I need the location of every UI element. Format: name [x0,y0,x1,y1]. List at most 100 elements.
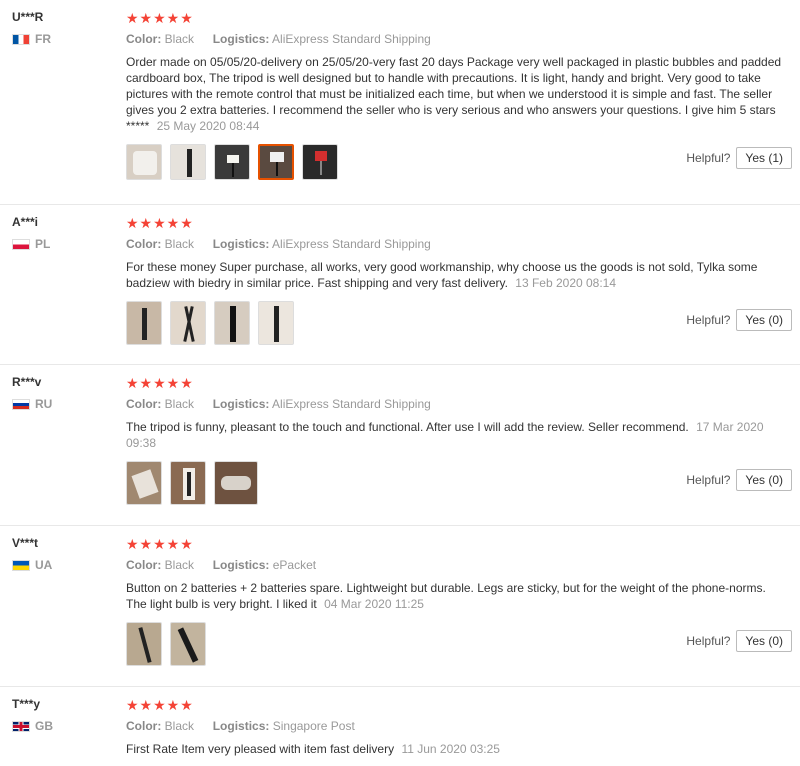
flag-ua-icon [12,559,30,571]
flag-gb-icon [12,720,30,732]
reviewer-info: U***R FR [12,10,112,46]
review-item: V***t UA ★★★★★ Color: Black Logistics: e… [0,526,800,687]
review-photo-thumbnail[interactable] [302,144,338,180]
review-photo-thumbnail[interactable] [170,301,206,345]
helpful-label: Helpful? [686,473,731,487]
helpful-yes-button[interactable]: Yes (1) [736,147,792,169]
reviewer-info: A***i PL [12,215,112,251]
review-item: U***R FR ★★★★★ Color: Black Logistics: A… [0,0,800,205]
helpful-section: Helpful? Yes (0) [686,469,792,491]
helpful-label: Helpful? [686,634,731,648]
review-content: Button on 2 batteries + 2 batteries spar… [126,581,766,611]
review-meta: Color: Black Logistics: Singapore Post [126,719,786,733]
helpful-yes-button[interactable]: Yes (0) [736,309,792,331]
review-date: 13 Feb 2020 08:14 [515,276,617,290]
color-value: Black [164,397,195,411]
review-body: ★★★★★ Color: Black Logistics: Singapore … [126,697,786,757]
review-item: R***v RU ★★★★★ Color: Black Logistics: A… [0,365,800,526]
country-code: RU [35,397,53,411]
review-text: First Rate Item very pleased with item f… [126,741,786,757]
review-meta: Color: Black Logistics: AliExpress Stand… [126,237,786,251]
reviewer-name: A***i [12,215,39,229]
review-date: 11 Jun 2020 03:25 [401,742,500,756]
logistics-label: Logistics: [212,397,270,411]
star-rating: ★★★★★ [126,10,194,26]
logistics-label: Logistics: [212,719,270,733]
reviewer-name: T***y [12,697,41,711]
reviewer-name: U***R [12,10,44,24]
flag-fr-icon [12,33,30,45]
reviewer-info: V***t UA [12,536,112,572]
logistics-label: Logistics: [212,558,270,572]
review-photo-thumbnail[interactable] [126,144,162,180]
review-meta: Color: Black Logistics: ePacket [126,558,786,572]
reviewer-info: T***y GB [12,697,112,733]
review-text: For these money Super purchase, all work… [126,259,786,291]
color-label: Color: [126,719,162,733]
review-date: 04 Mar 2020 11:25 [324,597,424,611]
review-meta: Color: Black Logistics: AliExpress Stand… [126,32,786,46]
review-text: Button on 2 batteries + 2 batteries spar… [126,580,786,612]
helpful-label: Helpful? [686,313,731,327]
helpful-yes-button[interactable]: Yes (0) [736,469,792,491]
color-label: Color: [126,558,162,572]
review-photo-thumbnail[interactable] [258,144,294,180]
logistics-value: Singapore Post [272,719,355,733]
helpful-section: Helpful? Yes (0) [686,630,792,652]
star-rating: ★★★★★ [126,215,194,231]
helpful-label: Helpful? [686,151,731,165]
helpful-section: Helpful? Yes (1) [686,147,792,169]
logistics-label: Logistics: [212,237,270,251]
helpful-yes-button[interactable]: Yes (0) [736,630,792,652]
country-code: FR [35,32,51,46]
review-content: The tripod is funny, pleasant to the tou… [126,420,689,434]
review-photo-thumbnail[interactable] [214,461,258,505]
flag-ru-icon [12,398,30,410]
star-rating: ★★★★★ [126,536,194,552]
logistics-label: Logistics: [212,32,270,46]
color-label: Color: [126,397,162,411]
reviewer-info: R***v RU [12,375,112,411]
review-photo-thumbnail[interactable] [126,461,162,505]
color-value: Black [164,237,195,251]
color-label: Color: [126,237,162,251]
color-value: Black [164,32,195,46]
review-photo-thumbnail[interactable] [214,144,250,180]
color-label: Color: [126,32,162,46]
review-content: First Rate Item very pleased with item f… [126,742,395,756]
review-text: Order made on 05/05/20-delivery on 25/05… [126,54,786,134]
color-value: Black [164,719,195,733]
review-item: T***y GB ★★★★★ Color: Black Logistics: S… [0,687,800,766]
reviewer-country: GB [12,719,112,733]
reviewer-country: UA [12,558,112,572]
star-rating: ★★★★★ [126,375,194,391]
review-photo-thumbnail[interactable] [126,301,162,345]
country-code: GB [35,719,53,733]
reviewer-name: R***v [12,375,42,389]
review-date: 25 May 2020 08:44 [156,119,260,133]
review-photo-thumbnail[interactable] [126,622,162,666]
reviewer-country: FR [12,32,112,46]
review-content: For these money Super purchase, all work… [126,260,758,290]
country-code: PL [35,237,51,251]
logistics-value: AliExpress Standard Shipping [272,237,431,251]
flag-pl-icon [12,238,30,250]
review-text: The tripod is funny, pleasant to the tou… [126,419,786,451]
review-photo-thumbnail[interactable] [258,301,294,345]
logistics-value: AliExpress Standard Shipping [272,32,431,46]
reviewer-country: RU [12,397,112,411]
color-value: Black [164,558,195,572]
star-rating: ★★★★★ [126,697,194,713]
country-code: UA [35,558,53,572]
review-meta: Color: Black Logistics: AliExpress Stand… [126,397,786,411]
review-item: A***i PL ★★★★★ Color: Black Logistics: A… [0,205,800,365]
reviewer-country: PL [12,237,112,251]
logistics-value: AliExpress Standard Shipping [272,397,431,411]
review-photo-thumbnail[interactable] [214,301,250,345]
logistics-value: ePacket [272,558,317,572]
reviewer-name: V***t [12,536,39,550]
helpful-section: Helpful? Yes (0) [686,309,792,331]
review-photo-thumbnail[interactable] [170,622,206,666]
review-photo-thumbnail[interactable] [170,144,206,180]
review-photo-thumbnail[interactable] [170,461,206,505]
